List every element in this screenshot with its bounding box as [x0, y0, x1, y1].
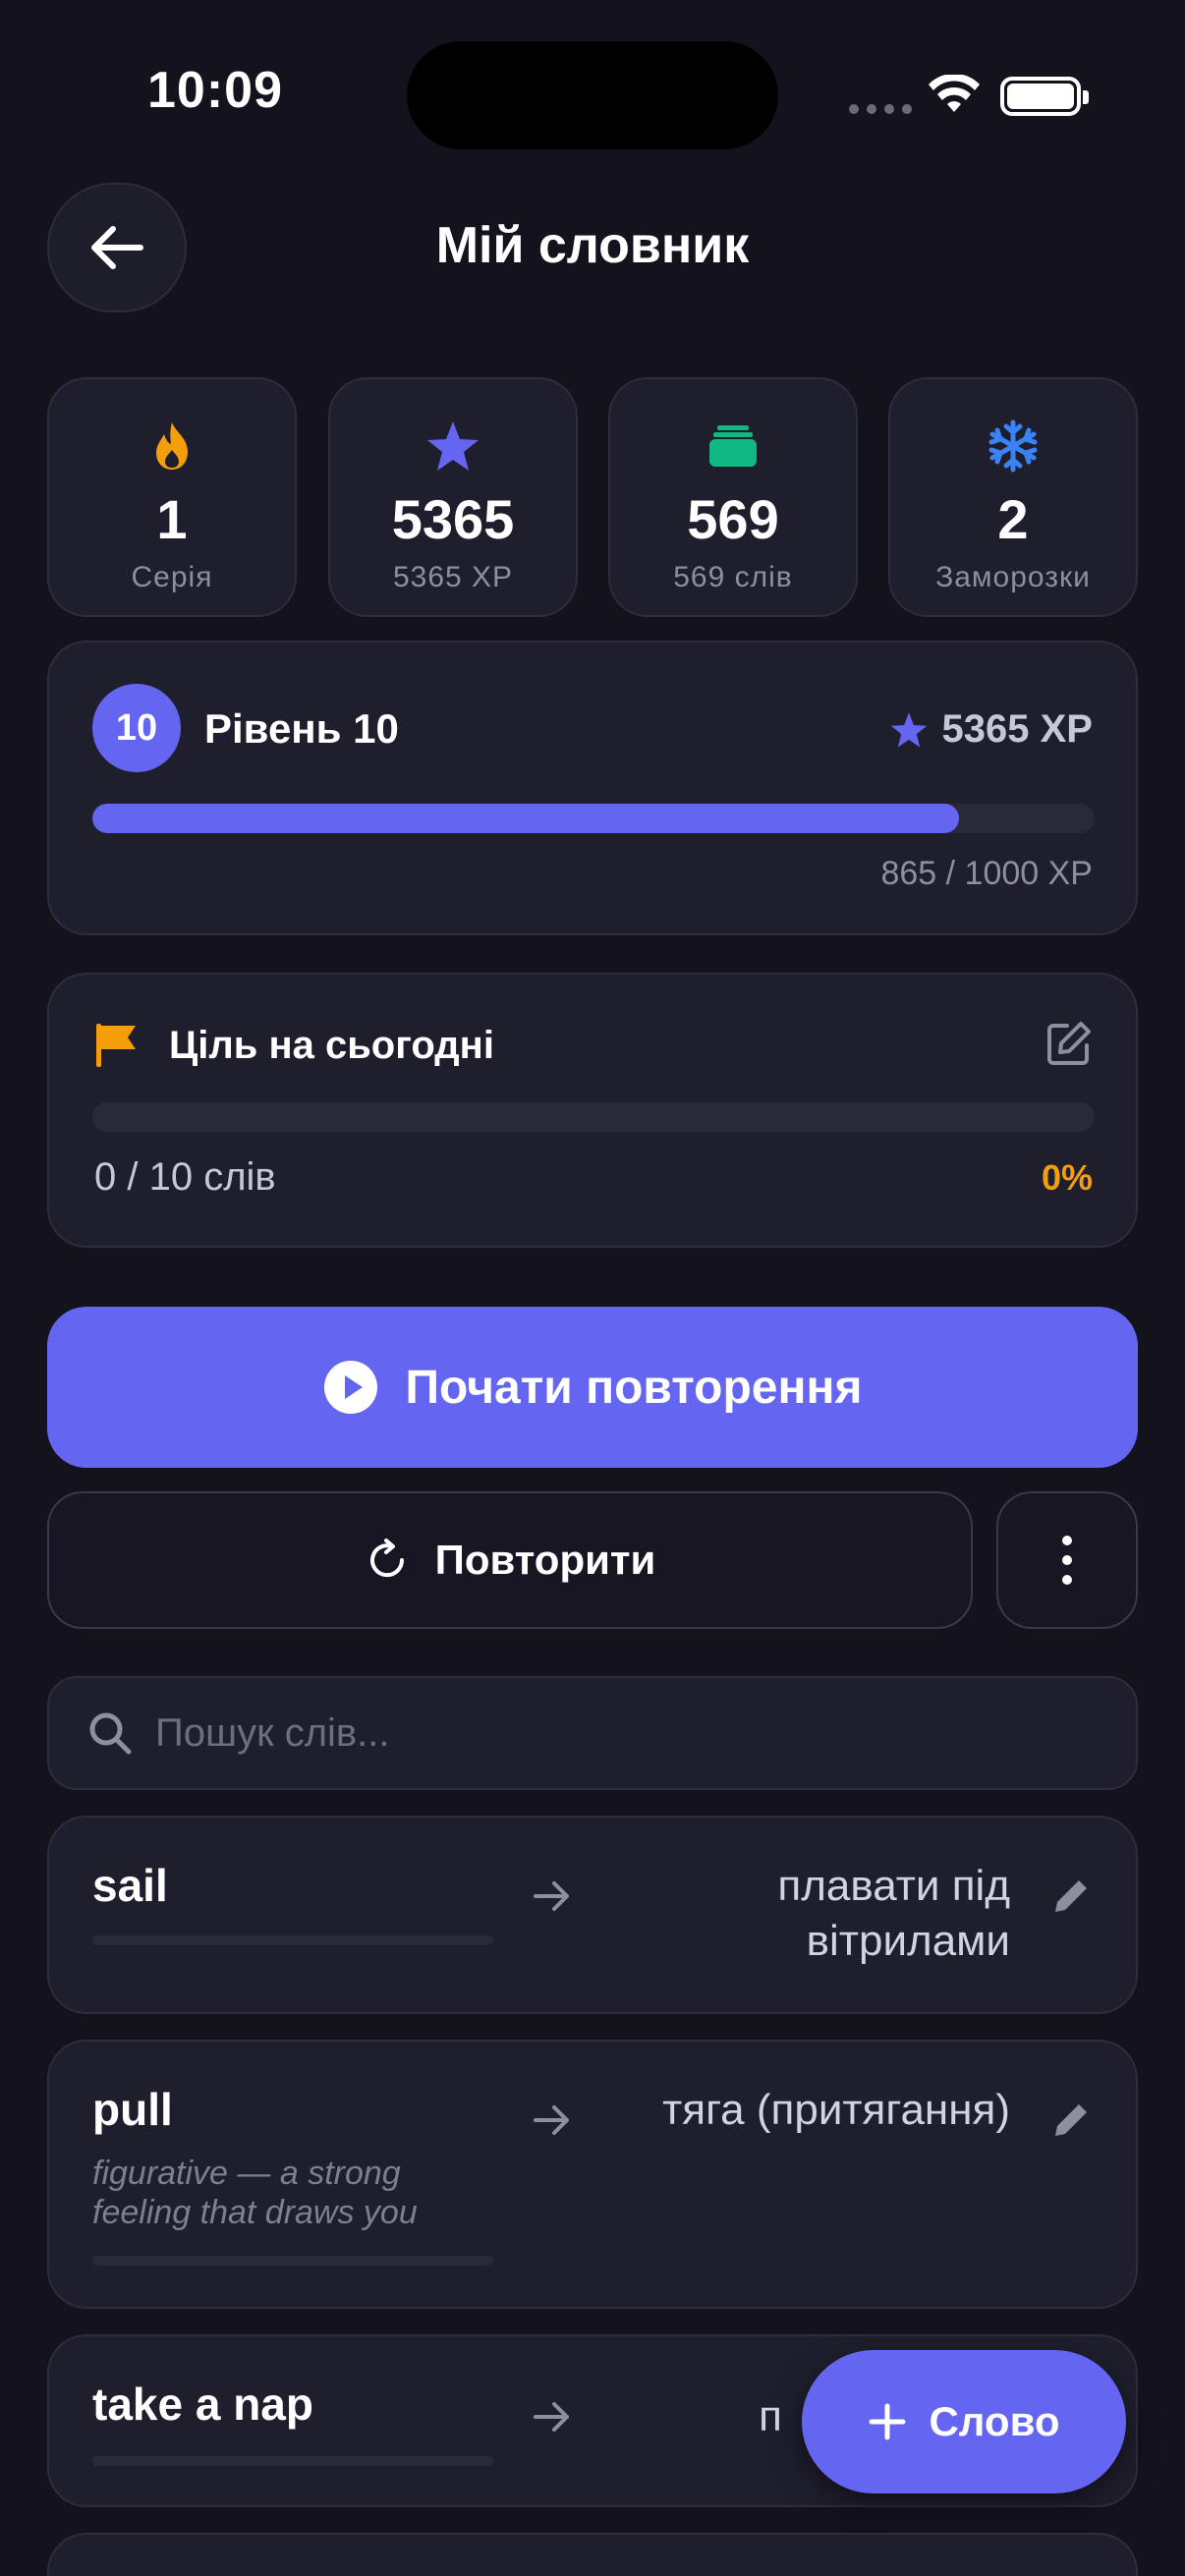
translation-line: тяга (притягання) [662, 2086, 1010, 2134]
refresh-icon [369, 1539, 404, 1578]
stat-value: 569 [687, 488, 779, 550]
word-item[interactable]: pull figurative — a strong feeling that … [47, 2040, 1138, 2309]
flag-icon [96, 1024, 136, 1067]
word-translation: плавати під вітрилами [777, 1859, 1010, 1969]
word-progress-bar [92, 2456, 493, 2466]
stat-label: Заморозки [935, 561, 1091, 593]
word-translation: п [759, 2389, 782, 2444]
battery-cap [1083, 90, 1089, 104]
level-xp: 5365 XP [889, 707, 1093, 752]
battery-icon [1000, 77, 1081, 116]
cellular-signal-icon [849, 104, 912, 114]
word-item[interactable]: sail плавати під вітрилами [47, 1816, 1138, 2014]
level-progress-bar [92, 804, 1095, 833]
stat-words: 569 569 слів [608, 377, 858, 617]
word-term: sail [92, 1860, 168, 1911]
search-icon [89, 1712, 132, 1755]
star-icon [890, 711, 927, 748]
level-card: 10 Рівень 10 5365 XP 865 / 1000 XP [47, 641, 1138, 935]
wifi-icon [929, 75, 980, 112]
word-note: figurative — a strong feeling that draws… [92, 2155, 418, 2231]
search-input[interactable] [155, 1710, 1136, 1756]
daily-goal-card: Ціль на сьогодні 0 / 10 слів 0% [47, 973, 1138, 1248]
stat-label: 569 слів [673, 561, 793, 593]
star-icon [425, 419, 480, 474]
edit-goal-icon[interactable] [1045, 1020, 1093, 1067]
level-progress-fill [92, 804, 960, 833]
level-title: Рівень 10 [204, 705, 399, 752]
start-review-button[interactable]: Почати повторення [47, 1307, 1138, 1468]
goal-percent: 0% [1041, 1157, 1093, 1198]
play-circle-icon [323, 1361, 377, 1414]
word-progress-bar [92, 1935, 493, 1945]
add-word-label: Слово [929, 2398, 1060, 2444]
stat-streak: 1 Серія [47, 377, 297, 617]
arrow-right-icon [534, 2105, 569, 2135]
word-item[interactable] [47, 2533, 1138, 2576]
goal-progress-bar [92, 1102, 1095, 1132]
more-dots-icon [1062, 1536, 1072, 1545]
stat-label: Серія [131, 561, 213, 593]
goal-title: Ціль на сьогодні [169, 1024, 494, 1067]
word-term: pull [92, 2084, 173, 2135]
page-title: Мій словник [435, 217, 750, 274]
stat-value: 2 [997, 488, 1029, 550]
level-badge: 10 [92, 684, 181, 772]
repeat-label: Повторити [434, 1537, 656, 1583]
stat-xp: 5365 5365 XP [328, 377, 578, 617]
add-word-button[interactable]: Слово [802, 2350, 1126, 2493]
word-term: take a nap [92, 2379, 313, 2430]
pencil-icon[interactable] [1049, 2099, 1093, 2142]
dynamic-island [407, 41, 778, 149]
word-translation: тяга (притягання) [662, 2083, 1010, 2138]
snowflake-icon [987, 419, 1040, 474]
stat-value: 1 [156, 488, 188, 550]
stat-label: 5365 XP [392, 561, 514, 593]
start-review-label: Почати повторення [405, 1361, 863, 1414]
repeat-button[interactable]: Повторити [47, 1491, 973, 1629]
translation-line: вітрилами [806, 1917, 1010, 1965]
translation-line: плавати під [777, 1862, 1010, 1910]
level-progress-text: 865 / 1000 XP [880, 855, 1093, 892]
arrow-right-icon [534, 1881, 569, 1911]
cards-stack-icon [708, 419, 758, 474]
goal-count: 0 / 10 слів [94, 1155, 276, 1199]
status-time: 10:09 [147, 62, 283, 119]
pencil-icon[interactable] [1049, 1875, 1093, 1918]
translation-line: п [759, 2392, 782, 2440]
stat-freezes: 2 Заморозки [888, 377, 1138, 617]
stat-value: 5365 [391, 488, 515, 550]
word-progress-bar [92, 2256, 493, 2266]
search-bar[interactable] [47, 1676, 1138, 1790]
plus-icon [869, 2403, 906, 2440]
flame-icon [152, 419, 192, 474]
more-options-button[interactable] [996, 1491, 1138, 1629]
level-xp-value: 5365 XP [941, 707, 1093, 751]
arrow-right-icon [534, 2402, 569, 2432]
